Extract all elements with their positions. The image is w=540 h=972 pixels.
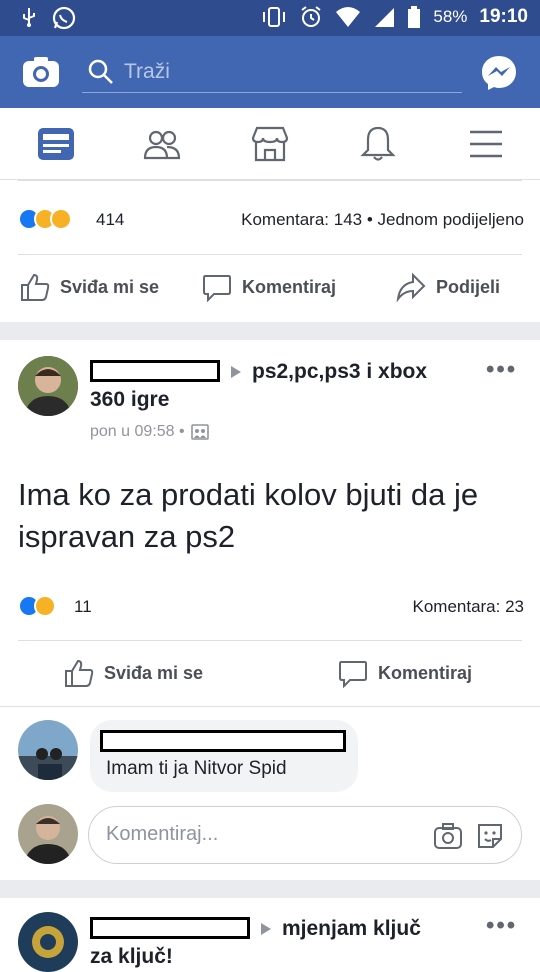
nav-bar	[0, 108, 540, 180]
post1-share-button[interactable]: Podijeli	[396, 272, 500, 302]
alarm-icon	[301, 6, 321, 27]
search-bar[interactable]: Traži	[82, 53, 462, 93]
redacted-author-name	[90, 360, 220, 382]
comment-placeholder: Komentiraj...	[106, 823, 219, 845]
post3-group-name-cont[interactable]: za ključ!	[90, 945, 173, 969]
post2-avatar[interactable]	[18, 356, 78, 416]
arrow-right-icon	[231, 366, 241, 378]
reaction-icons	[18, 208, 72, 230]
my-avatar	[18, 804, 78, 864]
comments-divider	[0, 706, 540, 707]
comment-input[interactable]: Komentiraj...	[88, 806, 522, 864]
like-icon	[21, 273, 50, 301]
share-label: Podijeli	[436, 276, 501, 297]
redacted-author-name	[90, 917, 250, 939]
menu-icon[interactable]	[466, 126, 506, 162]
feed-separator	[0, 322, 540, 340]
photo-icon[interactable]	[433, 822, 463, 850]
comment-text: Imam ti ja Nitvor Spid	[106, 758, 287, 779]
share-icon	[396, 272, 426, 302]
marketplace-icon[interactable]	[250, 126, 290, 162]
status-bar: 58% 19:10	[0, 0, 540, 36]
like-label: Sviđa mi se	[60, 276, 160, 297]
post1-stats: 414 Komentara: 143 • Jednom podijeljeno	[18, 205, 524, 235]
group-privacy-icon	[190, 424, 209, 440]
reaction-icons	[18, 595, 56, 617]
post3-avatar[interactable]	[18, 912, 78, 972]
friends-icon[interactable]	[142, 126, 182, 162]
comment-icon	[339, 661, 367, 688]
redacted-commenter-name	[100, 730, 346, 752]
post2-timestamp[interactable]: pon u 09:58 •	[90, 423, 185, 441]
news-feed-icon[interactable]	[36, 126, 76, 162]
post1-reaction-count[interactable]: 414	[96, 210, 124, 230]
post2-stats: 11 Komentara: 23	[18, 592, 524, 622]
search-placeholder: Traži	[124, 60, 170, 83]
battery-icon	[408, 6, 421, 28]
post1-top-divider	[18, 180, 522, 181]
post1-comment-button[interactable]: Komentiraj	[202, 272, 336, 302]
wow-reaction-icon	[50, 208, 72, 230]
clock: 19:10	[479, 6, 528, 27]
wifi-icon	[336, 7, 361, 27]
usb-icon	[23, 8, 35, 27]
haha-reaction-icon	[34, 595, 56, 617]
like-label: Sviđa mi se	[104, 662, 204, 683]
post2-like-button[interactable]: Sviđa mi se	[64, 658, 203, 688]
more-icon[interactable]: •••	[486, 356, 517, 384]
post2-comments[interactable]: Komentara: 23	[412, 597, 524, 617]
camera-icon[interactable]	[22, 56, 60, 88]
signal-icon	[375, 8, 395, 27]
arrow-right-icon	[261, 923, 271, 935]
post3-group-name[interactable]: mjenjam ključ	[282, 917, 421, 941]
like-icon	[65, 659, 94, 687]
commenter-avatar[interactable]	[18, 720, 78, 780]
post1-comments-shares[interactable]: Komentara: 143 • Jednom podijeljeno	[241, 210, 524, 230]
feed-separator	[0, 880, 540, 898]
post2-group-name-cont[interactable]: 360 igre	[90, 388, 169, 412]
comment-bubble[interactable]: Imam ti ja Nitvor Spid	[90, 720, 358, 792]
comment-icon	[203, 275, 231, 302]
post2-divider	[18, 640, 522, 641]
top-bar: Traži	[0, 36, 540, 108]
post2-text: Ima ko za prodati kolov bjuti da je ispr…	[18, 477, 479, 554]
post2-group-name[interactable]: ps2,pc,ps3 i xbox	[252, 360, 427, 384]
post2-reaction-count[interactable]: 11	[74, 597, 92, 617]
messenger-icon[interactable]	[480, 54, 518, 92]
comment-label: Komentiraj	[378, 662, 473, 683]
sticker-icon[interactable]	[475, 821, 505, 851]
search-icon	[88, 59, 113, 84]
battery-level: 58%	[433, 7, 468, 26]
whatsapp-icon	[52, 6, 76, 30]
vibrate-icon	[263, 7, 286, 27]
comment-label: Komentiraj	[242, 276, 337, 297]
post1-like-button[interactable]: Sviđa mi se	[20, 272, 159, 302]
more-icon[interactable]: •••	[486, 912, 517, 940]
post2-meta: pon u 09:58 •	[90, 423, 209, 441]
post1-divider	[18, 254, 522, 255]
post2-comment-button[interactable]: Komentiraj	[338, 658, 472, 688]
notifications-icon[interactable]	[358, 126, 398, 162]
